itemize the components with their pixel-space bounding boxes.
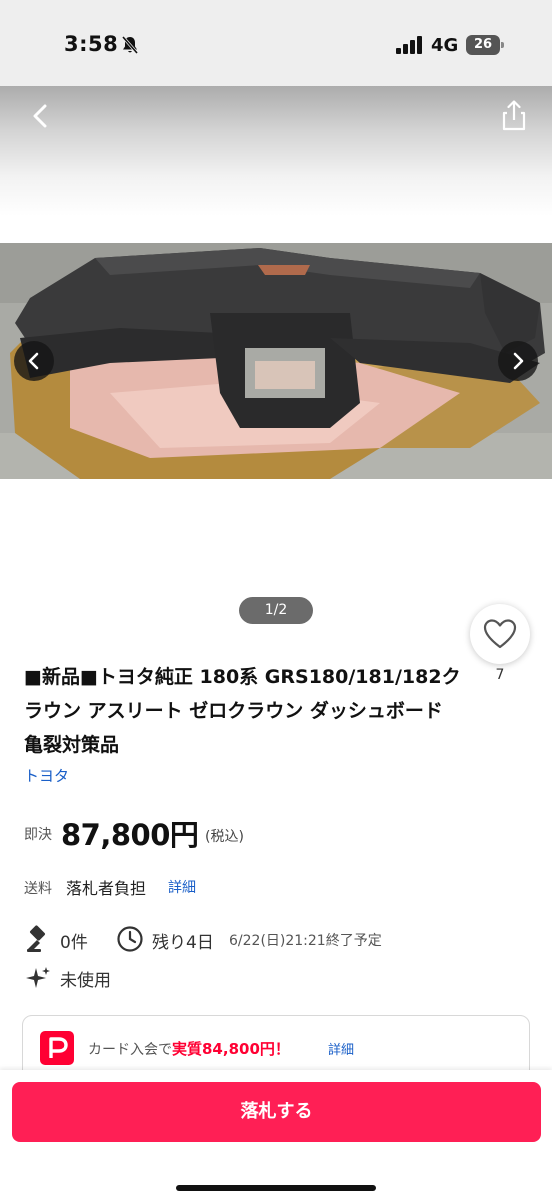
item-condition: 未使用 (60, 971, 111, 991)
bid-button[interactable]: 落札する (12, 1082, 541, 1142)
shipping-value: 落札者負担 (66, 879, 147, 898)
chevron-right-icon (513, 352, 524, 370)
promo-highlight: 実質84,800円！ (172, 1040, 290, 1058)
status-bar: 3:58 4G 26 (0, 0, 552, 86)
sparkle-icon (26, 967, 50, 988)
buy-now-label: 即決 (24, 827, 52, 843)
bell-slash-icon (121, 36, 139, 54)
product-title: ■新品■トヨタ純正 180系 GRS180/181/182クラウン アスリート … (24, 666, 462, 756)
chevron-left-icon[interactable] (18, 94, 62, 138)
next-image-button[interactable] (498, 341, 538, 381)
time-remaining: 残り4日 (152, 933, 214, 953)
like-button[interactable] (470, 604, 530, 664)
shipping-label: 送料 (24, 881, 52, 897)
gavel-icon (27, 925, 46, 952)
bid-count: 0件 (60, 933, 88, 953)
image-gallery[interactable]: 1/2 (0, 86, 552, 646)
battery-tip (501, 42, 504, 48)
shipping-detail-link[interactable]: 詳細 (168, 877, 196, 897)
battery-icon: 26 (466, 35, 504, 55)
product-photo (0, 243, 552, 479)
share-icon[interactable] (492, 94, 536, 138)
buy-now-price: 87,800円 (61, 818, 199, 852)
image-page-indicator: 1/2 (239, 597, 313, 624)
bottom-action-bar: 落札する (0, 1070, 552, 1200)
status-time: 3:58 (64, 32, 119, 56)
chevron-left-icon (28, 352, 39, 370)
like-count: 7 (495, 667, 505, 683)
tax-note: (税込) (205, 829, 244, 845)
promo-prefix: カード入会で (88, 1042, 172, 1058)
end-time: 6/22(日)21:21終了予定 (229, 933, 382, 949)
cellular-signal-icon (396, 36, 422, 54)
brand-link[interactable]: トヨタ (24, 765, 69, 786)
promo-text: カード入会で実質84,800円！ (88, 1038, 290, 1059)
home-indicator (176, 1185, 376, 1191)
paypay-icon (40, 1031, 74, 1065)
clock-icon (117, 926, 143, 952)
previous-image-button[interactable] (14, 341, 54, 381)
heart-icon (483, 619, 517, 649)
network-type: 4G (431, 35, 459, 56)
battery-level: 26 (466, 35, 500, 55)
promo-detail-link[interactable]: 詳細 (328, 1039, 354, 1058)
